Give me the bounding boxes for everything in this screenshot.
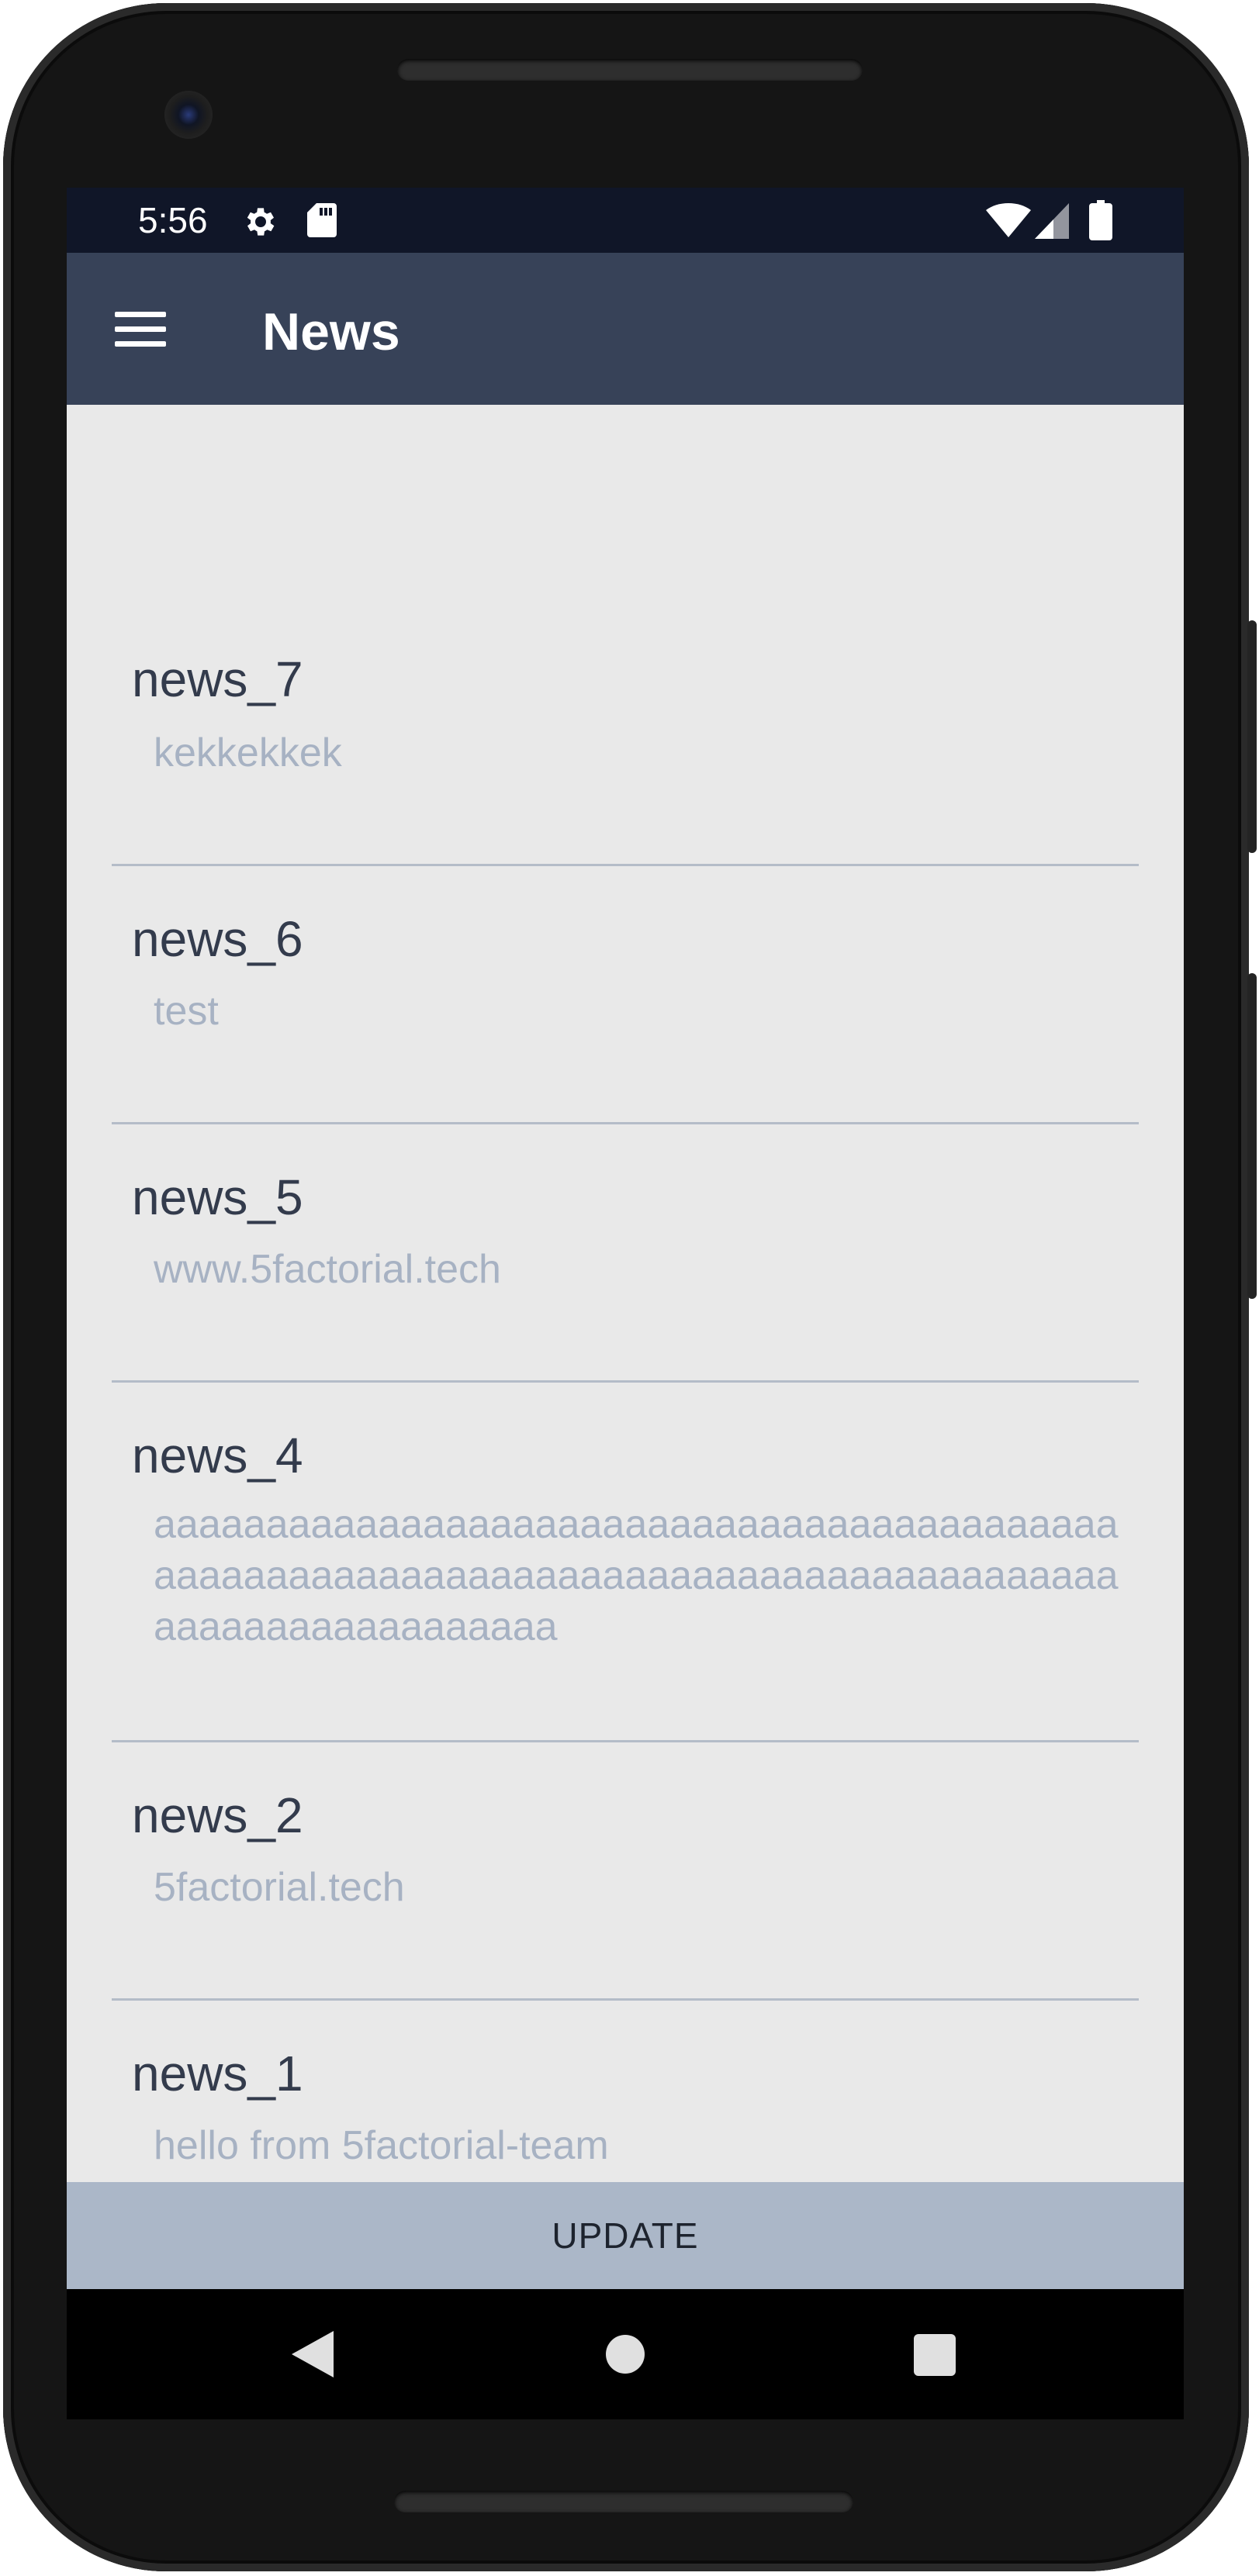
list-item[interactable]: news_7 kekkekkek (112, 405, 1139, 866)
page-title: News (262, 302, 400, 361)
wifi-icon (986, 203, 1031, 237)
news-title: news_1 (132, 2046, 303, 2101)
news-title: news_4 (132, 1428, 303, 1483)
status-bar: 5:56 (67, 188, 1184, 253)
news-title: news_7 (132, 651, 303, 707)
update-button[interactable]: UPDATE (67, 2182, 1184, 2289)
bottom-speaker-grille (394, 2491, 853, 2512)
news-title: news_2 (132, 1787, 303, 1843)
battery-icon (1089, 200, 1112, 240)
back-icon[interactable] (292, 2331, 335, 2377)
top-speaker-grille (397, 59, 863, 81)
navigation-bar (67, 2289, 1184, 2419)
sd-card-icon (307, 203, 337, 237)
list-item[interactable]: news_6 test (112, 866, 1139, 1124)
front-camera (164, 91, 213, 139)
news-title: news_5 (132, 1169, 303, 1225)
hamburger-menu-icon[interactable] (101, 290, 178, 368)
news-body: www.5factorial.tech (154, 1247, 501, 1292)
update-button-label: UPDATE (552, 2215, 699, 2256)
news-body: hello from 5factorial-team (154, 2123, 609, 2168)
power-button (1247, 973, 1257, 1299)
recents-icon[interactable] (914, 2334, 956, 2376)
signal-icon (1035, 203, 1069, 239)
news-body: test (154, 989, 219, 1034)
gear-icon (247, 208, 275, 236)
news-body: 5factorial.tech (154, 1865, 405, 1910)
status-time: 5:56 (138, 200, 208, 240)
volume-button (1247, 620, 1257, 853)
home-icon[interactable] (605, 2334, 645, 2374)
news-body: kekkekkek (154, 730, 342, 775)
list-item[interactable]: news_2 5factorial.tech (112, 1742, 1139, 2001)
news-body: aaaaaaaaaaaaaaaaaaaaaaaaaaaaaaaaaaaaaaaa… (154, 1502, 1119, 1649)
screen: 5:56 News news_7 kekkekkek news_6 test n… (67, 188, 1184, 2419)
list-item[interactable]: news_4 aaaaaaaaaaaaaaaaaaaaaaaaaaaaaaaaa… (112, 1383, 1139, 1742)
news-title: news_6 (132, 911, 303, 967)
list-item[interactable]: news_5 www.5factorial.tech (112, 1124, 1139, 1383)
app-bar: News (67, 253, 1184, 405)
